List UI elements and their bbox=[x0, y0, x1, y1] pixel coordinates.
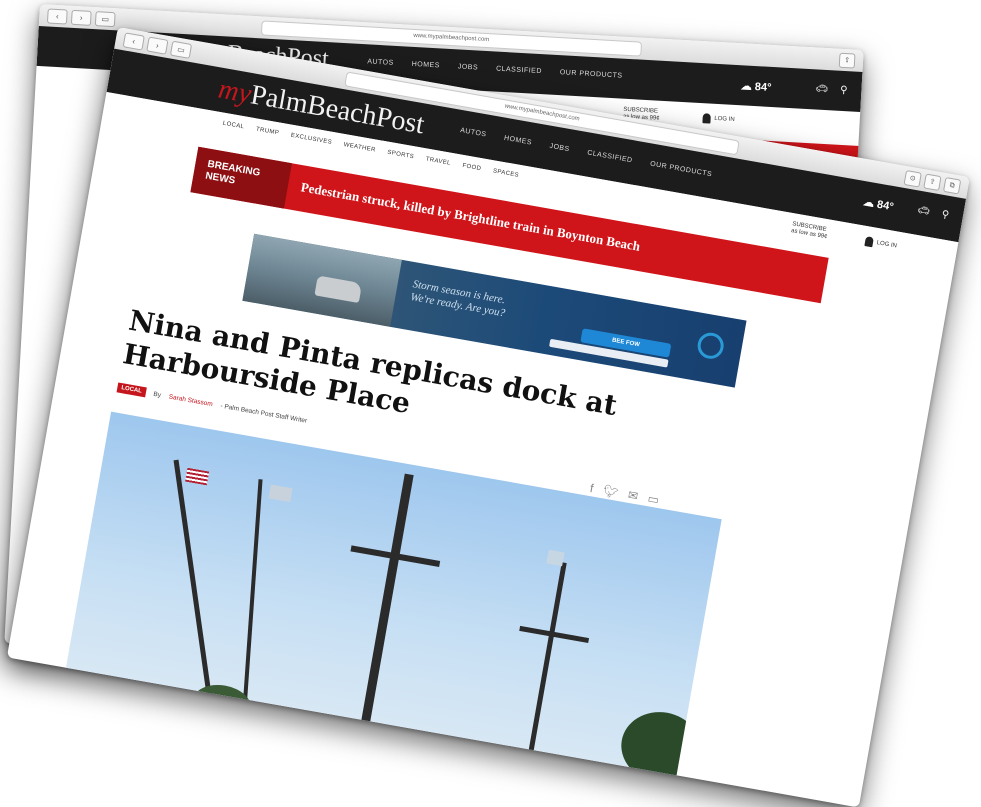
search-icon[interactable]: ⚲ bbox=[941, 209, 950, 221]
section-tag[interactable]: LOCAL bbox=[116, 382, 147, 398]
ship-mast bbox=[523, 562, 567, 780]
section-travel[interactable]: TRAVEL bbox=[425, 156, 451, 166]
section-food[interactable]: FOOD bbox=[462, 163, 482, 172]
login-label: LOG IN bbox=[714, 115, 735, 123]
nav-homes[interactable]: HOMES bbox=[503, 135, 532, 147]
twitter-icon[interactable]: 🐦︎ bbox=[602, 483, 619, 499]
browser-nav-buttons: ‹ › ▭ bbox=[46, 8, 116, 28]
section-trump[interactable]: TRUMP bbox=[255, 127, 279, 137]
section-local[interactable]: LOCAL bbox=[222, 121, 244, 131]
login-link[interactable]: LOG IN bbox=[702, 113, 735, 125]
tabs-icon[interactable]: ⧉ bbox=[942, 176, 962, 195]
user-icon bbox=[863, 236, 874, 248]
us-flag bbox=[185, 467, 210, 486]
nav-autos[interactable]: AUTOS bbox=[460, 127, 487, 138]
tree bbox=[615, 705, 707, 789]
nav-our-products[interactable]: OUR PRODUCTS bbox=[560, 69, 623, 79]
top-nav: AUTOS HOMES JOBS CLASSIFIED OUR PRODUCTS bbox=[367, 58, 623, 79]
section-spaces[interactable]: SPACES bbox=[492, 168, 519, 178]
nav-homes[interactable]: HOMES bbox=[412, 61, 441, 70]
nav-autos[interactable]: AUTOS bbox=[367, 58, 394, 66]
cloud-icon: ☁ bbox=[862, 196, 876, 210]
forward-button[interactable]: › bbox=[70, 9, 92, 26]
car-icon[interactable]: 🚗︎ bbox=[916, 205, 930, 218]
nav-our-products[interactable]: OUR PRODUCTS bbox=[650, 161, 713, 179]
weather-readout[interactable]: ☁ 84° bbox=[862, 195, 894, 213]
section-weather[interactable]: WEATHER bbox=[343, 142, 376, 154]
subscribe-link[interactable]: SUBSCRIBE as low as 99¢ bbox=[790, 221, 829, 241]
download-icon[interactable]: ⊙ bbox=[903, 170, 922, 188]
flag bbox=[268, 484, 293, 503]
email-icon[interactable]: ✉ bbox=[627, 488, 639, 504]
share-icon[interactable]: ⇪ bbox=[923, 173, 942, 192]
ship-mast bbox=[241, 479, 263, 729]
byline-by: By bbox=[152, 390, 162, 399]
weather-temp: 84° bbox=[876, 198, 895, 214]
browser-actions: ⇪ bbox=[838, 52, 856, 69]
nav-jobs[interactable]: JOBS bbox=[458, 63, 479, 71]
facebook-icon[interactable]: f bbox=[589, 481, 595, 495]
nav-classified[interactable]: CLASSIFIED bbox=[587, 149, 633, 164]
weather-readout[interactable]: ☁ 84° bbox=[740, 79, 771, 94]
cloud-icon: ☁ bbox=[740, 80, 753, 93]
article-photo[interactable] bbox=[62, 411, 722, 796]
search-icon[interactable]: ⚲ bbox=[840, 85, 848, 96]
nav-classified[interactable]: CLASSIFIED bbox=[496, 66, 542, 76]
sidebar-toggle-button[interactable]: ▭ bbox=[94, 11, 116, 28]
ship-mast bbox=[356, 473, 414, 751]
share-icon[interactable]: ⇪ bbox=[838, 52, 856, 69]
author-role: - Palm Beach Post Staff Writer bbox=[219, 402, 308, 425]
weather-temp: 84° bbox=[754, 81, 772, 94]
section-sports[interactable]: SPORTS bbox=[387, 150, 415, 161]
header-icons: 🚗︎ ⚲ bbox=[916, 205, 949, 221]
header-icons: 🚗︎ ⚲ bbox=[815, 83, 848, 96]
author-link[interactable]: Sarah Stassom bbox=[168, 393, 213, 408]
car-icon[interactable]: 🚗︎ bbox=[815, 83, 828, 95]
login-label: LOG IN bbox=[876, 240, 898, 250]
crane-boom bbox=[173, 459, 215, 718]
comment-icon[interactable]: ▭ bbox=[647, 491, 661, 507]
login-link[interactable]: LOG IN bbox=[863, 236, 898, 251]
forward-button[interactable]: › bbox=[146, 36, 169, 55]
ad-logo-icon bbox=[695, 330, 726, 361]
logo-prefix: my bbox=[216, 73, 254, 110]
user-icon bbox=[702, 113, 711, 124]
back-button[interactable]: ‹ bbox=[122, 32, 145, 51]
flag bbox=[546, 549, 565, 567]
nav-jobs[interactable]: JOBS bbox=[549, 143, 570, 153]
back-button[interactable]: ‹ bbox=[46, 8, 68, 25]
section-exclusives[interactable]: EXCLUSIVES bbox=[290, 133, 332, 146]
ad-copy: Storm season is here. We're ready. Are y… bbox=[409, 278, 508, 320]
sidebar-toggle-button[interactable]: ▭ bbox=[169, 40, 193, 59]
